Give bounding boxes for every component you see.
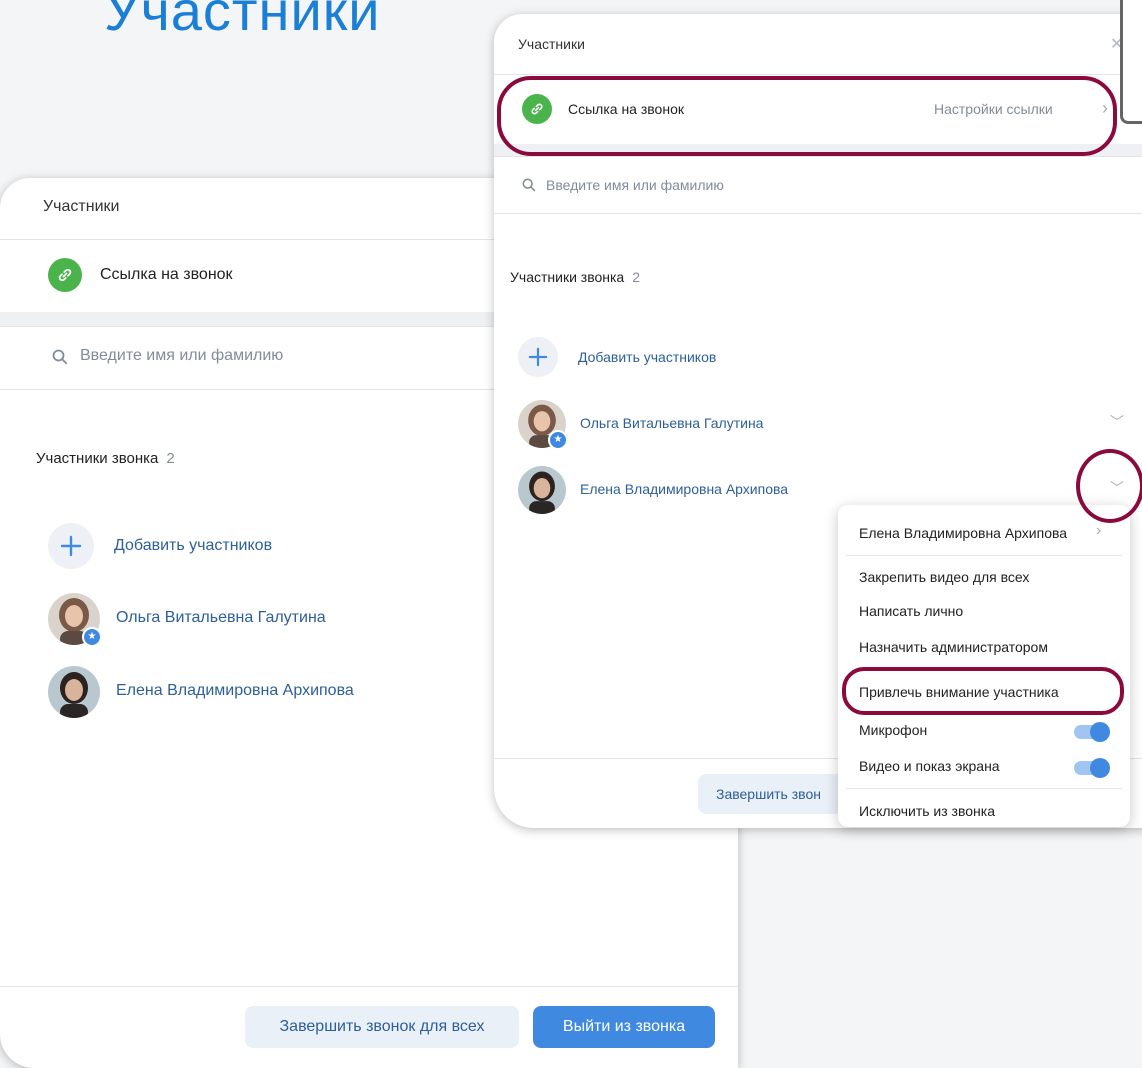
menu-item-exclude[interactable]: Исключить из звонка [859,803,995,819]
participant-name: Ольга Витальевна Галутина [116,609,326,626]
video-toggle[interactable] [1074,758,1110,778]
menu-item-get-attention[interactable]: Привлечь внимание участника [859,684,1059,700]
link-icon [48,258,82,292]
add-participants-button[interactable]: Добавить участников [518,337,918,379]
slide-title: Участники [104,0,381,42]
menu-item-make-admin[interactable]: Назначить администратором [859,639,1048,655]
call-link-label: Ссылка на звонок [568,101,684,117]
participant-row[interactable]: ★ Ольга Витальевна Галутина ﹀ [518,400,1138,450]
partial-window-edge [1120,0,1142,124]
search-placeholder: Введите имя или фамилию [80,347,284,364]
section-title-text: Участники звонка [36,450,159,467]
add-icon [518,337,558,377]
search-placeholder: Введите имя или фамилию [546,177,724,193]
admin-star-icon: ★ [548,430,568,450]
chevron-down-icon[interactable]: ﹀ [1110,478,1124,498]
divider [846,788,1122,789]
participant-name: Ольга Витальевна Галутина [580,415,764,431]
divider [494,74,1142,75]
toggle-knob [1090,722,1110,742]
participant-name: Елена Владимировна Архипова [580,481,789,497]
participant-count: 2 [166,450,175,467]
panel-header-title: Участники [518,36,585,52]
section-title: Участники звонка 2 [510,269,640,285]
chevron-right-icon: › [1096,522,1102,539]
admin-star-icon: ★ [82,627,102,647]
panel-header-title: Участники [43,198,120,215]
call-link-row[interactable]: Ссылка на звонок Настройки ссылки › [494,76,1142,144]
avatar [518,466,566,514]
search-icon [52,349,68,365]
section-title-text: Участники звонка [510,269,625,285]
add-icon [48,523,94,569]
participant-context-menu: Елена Владимировна Архипова › Закрепить … [838,505,1130,827]
participant-name: Елена Владимировна Архипова [116,682,354,699]
call-link-label: Ссылка на звонок [100,266,233,283]
divider [0,986,738,987]
toggle-label-microphone: Микрофон [859,722,928,738]
search-icon [522,178,536,192]
end-call-for-all-button[interactable]: Завершить звонок для всех [245,1006,519,1048]
add-participants-label: Добавить участников [114,537,273,554]
menu-item-private-message[interactable]: Написать лично [859,603,963,619]
chevron-down-icon[interactable]: ﹀ [1110,412,1124,432]
participant-count: 2 [632,269,641,285]
link-settings-button[interactable]: Настройки ссылки [934,101,1053,117]
microphone-toggle[interactable] [1074,722,1110,742]
divider [846,555,1122,556]
toggle-knob [1090,758,1110,778]
search-input[interactable]: Введите имя или фамилию [494,157,1142,213]
divider [494,213,1142,214]
link-icon [522,94,552,124]
leave-call-button[interactable]: Выйти из звонка [533,1006,715,1048]
add-participants-label: Добавить участников [578,349,717,365]
menu-item-pin-video[interactable]: Закрепить видео для всех [859,569,1029,585]
toggle-label-video: Видео и показ экрана [859,758,1000,774]
separator-band [494,144,1142,156]
menu-header-name[interactable]: Елена Владимировна Архипова [859,525,1067,541]
chevron-right-icon: › [1102,98,1108,118]
avatar [48,666,100,718]
section-title: Участники звонка 2 [36,450,175,467]
add-participants-button[interactable]: Добавить участников [48,523,448,571]
